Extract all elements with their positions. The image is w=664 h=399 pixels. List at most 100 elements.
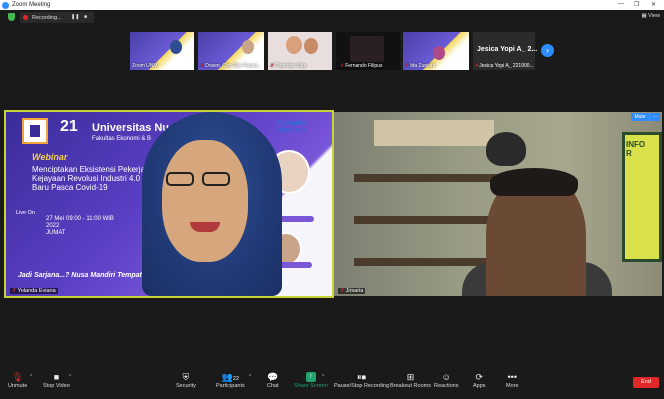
kampus-merdeka-logo: Kampus Merdeka	[278, 120, 307, 134]
stop-video-label: Stop Video	[43, 383, 70, 389]
banner-live-on: Live On	[16, 210, 35, 216]
more-label: More	[506, 383, 519, 389]
mic-muted-icon: ✗	[405, 63, 410, 69]
chat-icon: 💬	[267, 372, 279, 382]
banner-title: Menciptakan Eksistensi Pekerja Kejayaan …	[32, 165, 149, 192]
participants-label: Participants	[216, 383, 245, 389]
participant-video-yolanda[interactable]: 21 Universitas Nu Fakultas Ekonomi & B K…	[4, 110, 334, 298]
participant-avatar	[242, 40, 254, 54]
shelf	[354, 174, 504, 182]
chat-label: Chat	[267, 383, 279, 389]
window-titlebar: Zoom Meeting — ❐ ✕	[0, 0, 664, 10]
reactions-icon: ☺	[441, 372, 451, 382]
glasses-icon	[202, 172, 230, 186]
participants-button[interactable]: 👥22 Participants	[216, 372, 245, 389]
participant-thumb-jesica[interactable]: Jesica Yopi A_ 2... ✗Jesica Yopi A_ 2219…	[473, 32, 538, 70]
mic-muted-icon: ✗	[340, 288, 345, 294]
view-button[interactable]: ▦ View	[641, 13, 660, 19]
banner-university: Universitas Nu	[92, 122, 170, 134]
university-logo	[22, 118, 48, 144]
chat-button[interactable]: 💬 Chat	[267, 372, 279, 389]
banner-webinar: Webinar	[32, 152, 68, 162]
mic-muted-icon: ✗	[200, 63, 205, 69]
participant-thumb-dosen-oby[interactable]: ✗Dosen_Oby Eko Purwo...	[198, 32, 264, 70]
participants-caret-icon[interactable]: ^	[249, 374, 251, 380]
apps-button[interactable]: ⟳ Apps	[473, 372, 486, 389]
apps-label: Apps	[473, 383, 486, 389]
mic-muted-icon: ✗	[340, 63, 345, 69]
top-bar	[0, 10, 664, 26]
end-meeting-button[interactable]: End	[633, 377, 659, 388]
stop-recording-icon[interactable]: ■	[84, 14, 87, 20]
participant-avatar	[170, 40, 182, 54]
video-icon: ■	[53, 372, 60, 382]
participant-video-jirsaria[interactable]: INFO R ✗Jirsaria	[334, 112, 662, 296]
participant-thumb-ida-zuniarti[interactable]: ✗Ida Zuniarti	[403, 32, 469, 70]
participant-avatar	[304, 38, 318, 54]
pause-recording-icon[interactable]: ❚❚	[71, 14, 79, 20]
anniversary-number: 21	[60, 118, 78, 135]
apps-icon: ⟳	[475, 372, 484, 382]
participant-avatar	[433, 46, 445, 60]
mic-off-icon: 🎙	[11, 372, 24, 382]
reactions-button[interactable]: ☺ Reactions	[434, 372, 458, 389]
reactions-label: Reactions	[434, 383, 459, 389]
bottom-toolbar	[0, 368, 664, 399]
thumb-name: ✗Dosen_Oby Eko Purwo...	[200, 63, 262, 69]
participant-thumb-fernando[interactable]: ✗Fernando Filipus	[336, 32, 400, 70]
close-icon[interactable]: ✕	[651, 1, 656, 8]
shelf	[354, 216, 504, 224]
banner-faculty: Fakultas Ekonomi & B	[92, 136, 152, 142]
recording-label-btn: Pause/Stop Recording	[334, 383, 390, 389]
more-icon: •••	[507, 372, 517, 382]
participant-name-large: Jesica Yopi A_ 2...	[477, 46, 538, 53]
banner-tagline: Jadi Sarjana...? Nusa Mandiri Tempatny	[18, 272, 150, 279]
pause-stop-recording-button[interactable]: ⏸⏹ Pause/Stop Recording	[334, 372, 389, 389]
mute-participant-button[interactable]: Mute	[631, 113, 649, 121]
thumb-name: ✗Putri dan Vika	[270, 63, 307, 69]
shelf-box	[374, 120, 494, 146]
next-page-arrow-icon[interactable]: ›	[541, 44, 554, 57]
video-name-label: ✗Jirsaria	[338, 288, 366, 294]
recording-indicator: Recording...	[20, 12, 94, 23]
helmet-object	[486, 132, 526, 166]
thumb-name: ✗Jesica Yopi A_ 221900...	[475, 63, 534, 69]
banner-date: 27 Mei 2022 JUMAT	[46, 216, 66, 236]
audio-options-caret-icon[interactable]: ^	[30, 374, 32, 380]
mic-muted-icon: ✗	[12, 288, 17, 294]
more-options-button[interactable]: ...	[650, 113, 660, 121]
more-button[interactable]: ••• More	[506, 372, 519, 389]
recording-dot-icon	[23, 15, 28, 20]
breakout-rooms-label: Breakout Rooms	[390, 383, 431, 389]
zoom-logo-icon	[2, 1, 9, 9]
recording-controls-icon: ⏸⏹	[357, 372, 367, 382]
view-label: View	[648, 13, 660, 19]
participant-face	[162, 140, 248, 262]
share-screen-icon: ↑	[306, 372, 316, 382]
share-options-caret-icon[interactable]: ^	[322, 374, 324, 380]
thumb-name: ✗Ida Zuniarti	[405, 63, 436, 69]
thumb-name: ✗Fernando Filipus	[340, 63, 383, 69]
participant-hair	[490, 168, 578, 196]
unmute-button[interactable]: 🎙 Unmute	[8, 372, 27, 389]
info-board-text: INFO R	[626, 140, 646, 158]
video-name-label: ✗Yolanda Eviana	[10, 288, 58, 294]
security-label: Security	[176, 383, 196, 389]
video-options-caret-icon[interactable]: ^	[69, 374, 71, 380]
shield-icon: ⛨	[182, 372, 190, 382]
maximize-icon[interactable]: ❐	[634, 1, 639, 8]
encryption-shield-icon[interactable]	[8, 13, 15, 21]
glasses-icon	[166, 172, 194, 186]
participant-video-dark	[350, 36, 384, 62]
stop-video-button[interactable]: ■ Stop Video	[43, 372, 70, 389]
participant-avatar	[286, 36, 302, 54]
window-title: Zoom Meeting	[12, 2, 51, 8]
thumb-name: Zoom UNM	[132, 63, 158, 69]
mic-muted-icon: ✗	[270, 63, 275, 69]
minimize-icon[interactable]: —	[618, 1, 624, 7]
participant-thumb-putri-vika[interactable]: ✗Putri dan Vika	[268, 32, 332, 70]
participant-thumb-zoom-unm[interactable]: Zoom UNM	[130, 32, 194, 70]
breakout-rooms-icon: ⊞	[406, 372, 415, 382]
breakout-rooms-button[interactable]: ⊞ Breakout Rooms	[390, 372, 431, 389]
security-button[interactable]: ⛨ Security	[176, 372, 196, 389]
